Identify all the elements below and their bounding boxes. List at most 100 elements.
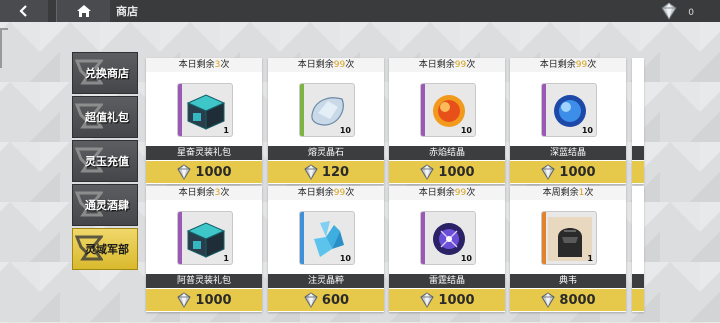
shop-item-card[interactable]: 本日剩余99次 10 深蓝结晶 1000 [510, 58, 626, 184]
diamond-currency-icon [304, 164, 318, 180]
limit-count: 99 [575, 60, 588, 70]
sidebar-item-value-packs[interactable]: 超值礼包 [72, 96, 138, 138]
diamond-currency-icon [420, 164, 435, 180]
sidebar-item-military-dept[interactable]: 灵域军部 [72, 228, 138, 270]
sidebar-item-label: 灵域军部 [85, 243, 129, 256]
diamond-currency-icon [177, 292, 192, 308]
shop-item-card[interactable]: 本日剩余99次 10 熔灵晶石 120 [268, 58, 384, 184]
buy-button[interactable]: 1000 [146, 289, 262, 311]
shop-item-card-partial[interactable] [632, 58, 644, 184]
diamond-currency-icon [541, 292, 556, 308]
purchase-limit: 本日剩余99次 [268, 186, 384, 200]
item-name: 注灵晶粹 [268, 274, 384, 288]
item-price: 1000 [438, 164, 475, 180]
limit-count: 99 [454, 188, 467, 198]
item-quantity: 1 [223, 126, 229, 135]
shop-item-card[interactable]: 本日剩余99次 10 雷霆结晶 1000 [389, 186, 505, 312]
item-name: 赤焰结晶 [389, 146, 505, 160]
limit-count: 99 [454, 60, 467, 70]
diamond-currency-icon [660, 2, 678, 24]
item-price: 1000 [195, 292, 232, 308]
buy-button[interactable]: 1000 [510, 161, 626, 183]
sidebar-item-label: 超值礼包 [85, 111, 129, 124]
currency-display: 0 [660, 2, 694, 24]
sidebar-item-label: 通灵酒肆 [85, 199, 129, 212]
sidebar-item-tavern[interactable]: 通灵酒肆 [72, 184, 138, 226]
limit-count: 99 [333, 188, 346, 198]
rarity-stripe [542, 84, 546, 136]
frame-edge-decoration [0, 28, 8, 68]
sidebar-item-exchange-shop[interactable]: 兑换商店 [72, 52, 138, 94]
shop-item-card[interactable]: 本日剩余3次 1 阿普灵装礼包 1000 [146, 186, 262, 312]
back-arrow-icon [19, 5, 27, 17]
item-name-bar [632, 274, 644, 288]
item-frame: 1 [541, 211, 597, 265]
buy-button[interactable]: 8000 [510, 289, 626, 311]
home-button[interactable] [56, 0, 110, 22]
rarity-stripe [421, 84, 425, 136]
item-frame: 10 [420, 211, 476, 265]
back-button[interactable] [0, 0, 48, 22]
buy-button[interactable]: 120 [268, 161, 384, 183]
item-name: 典韦 [510, 274, 626, 288]
item-name: 熔灵晶石 [268, 146, 384, 160]
item-quantity: 10 [581, 126, 593, 135]
rarity-stripe [421, 212, 425, 264]
item-price: 8000 [559, 292, 596, 308]
item-price: 600 [321, 292, 350, 308]
shop-item-card[interactable]: 本日剩余99次 10 注灵晶粹 600 [268, 186, 384, 312]
item-price: 1000 [438, 292, 475, 308]
diamond-currency-icon [420, 292, 435, 308]
rarity-stripe [178, 84, 182, 136]
shop-item-card[interactable]: 本日剩余99次 10 赤焰结晶 1000 [389, 58, 505, 184]
purchase-limit: 本日剩余99次 [268, 58, 384, 72]
item-quantity: 10 [339, 254, 351, 263]
buy-button[interactable]: 1000 [146, 161, 262, 183]
price-bar [632, 161, 644, 183]
limit-suffix: 次 [466, 60, 476, 70]
item-price: 1000 [195, 164, 232, 180]
buy-button[interactable]: 600 [268, 289, 384, 311]
purchase-limit: 本日剩余3次 [146, 186, 262, 200]
sidebar-item-label: 兑换商店 [85, 67, 129, 80]
sidebar: 兑换商店 超值礼包 灵玉充值 通灵酒肆 灵域军部 [72, 52, 140, 272]
sidebar-item-jade-recharge[interactable]: 灵玉充值 [72, 140, 138, 182]
item-quantity: 1 [223, 254, 229, 263]
item-frame: 10 [420, 83, 476, 137]
purchase-limit: 本日剩余99次 [510, 58, 626, 72]
purchase-limit: 本日剩余3次 [146, 58, 262, 72]
limit-prefix: 本周剩余 [542, 188, 579, 198]
limit-prefix: 本日剩余 [418, 188, 455, 198]
item-price: 1000 [559, 164, 596, 180]
shop-item-card-partial[interactable] [632, 186, 644, 312]
item-frame: 1 [177, 83, 233, 137]
item-quantity: 10 [460, 126, 472, 135]
shop-item-card[interactable]: 本周剩余1次 1 典韦 8000 [510, 186, 626, 312]
limit-suffix: 次 [466, 188, 476, 198]
item-name: 阿普灵装礼包 [146, 274, 262, 288]
limit-suffix: 次 [584, 188, 594, 198]
item-quantity: 1 [587, 254, 593, 263]
diamond-currency-icon [177, 164, 192, 180]
item-price: 120 [321, 164, 350, 180]
item-name: 雷霆结晶 [389, 274, 505, 288]
diamond-currency-icon [304, 292, 318, 308]
buy-button[interactable]: 1000 [389, 289, 505, 311]
home-icon [76, 5, 91, 17]
item-frame: 10 [299, 211, 355, 265]
item-quantity: 10 [460, 254, 472, 263]
top-bar: 商店 0 [0, 0, 720, 22]
limit-suffix: 次 [345, 188, 355, 198]
item-name-bar [632, 146, 644, 160]
limit-prefix: 本日剩余 [297, 60, 334, 70]
rarity-stripe [542, 212, 546, 264]
limit-suffix: 次 [345, 60, 355, 70]
rarity-stripe [300, 212, 304, 264]
buy-button[interactable]: 1000 [389, 161, 505, 183]
item-frame: 10 [541, 83, 597, 137]
item-frame: 1 [177, 211, 233, 265]
rarity-stripe [300, 84, 304, 136]
price-bar [632, 289, 644, 311]
shop-item-card[interactable]: 本日剩余3次 1 星奋灵装礼包 1000 [146, 58, 262, 184]
limit-prefix: 本日剩余 [178, 60, 215, 70]
